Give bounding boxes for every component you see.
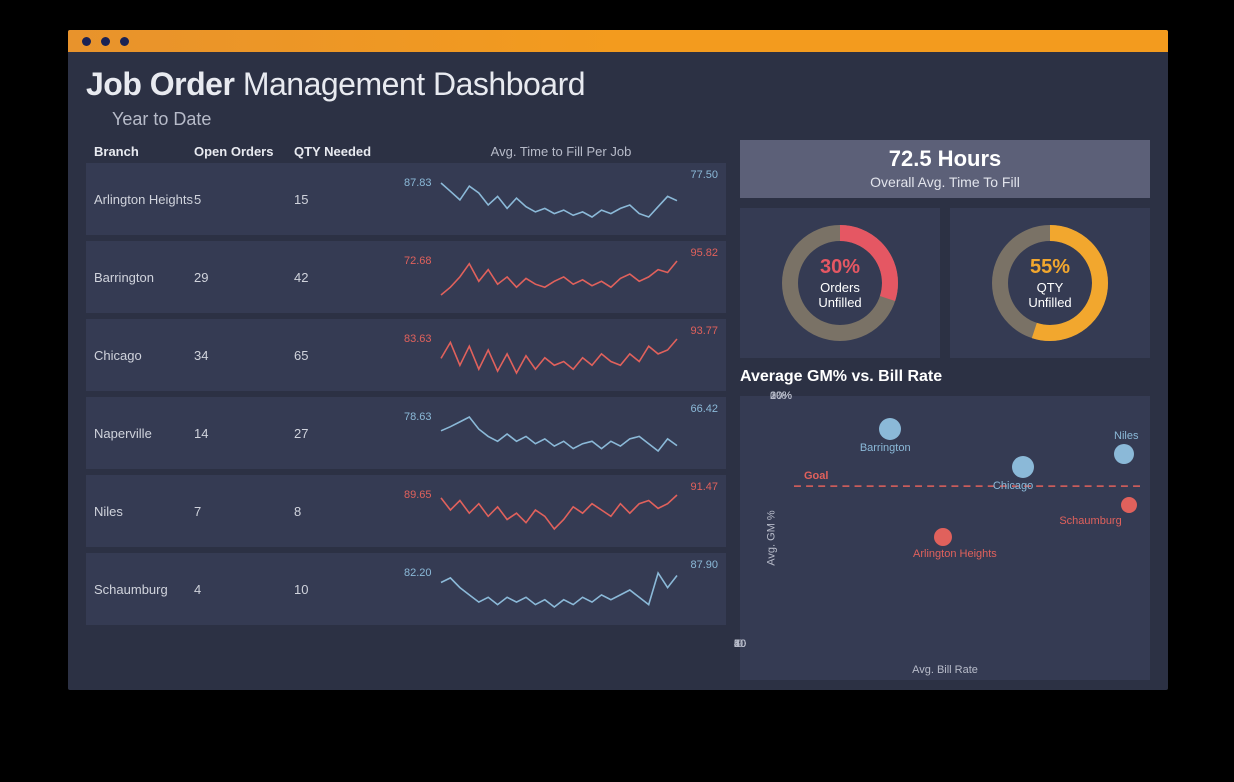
scatter-y-axis-label: Avg. GM %	[766, 510, 778, 565]
cell-open-orders: 14	[194, 426, 294, 441]
sparkline-barrington: 72.6895.82	[404, 247, 718, 307]
scatter-point-label: Chicago	[993, 480, 1033, 492]
sparkline-chicago: 83.6393.77	[404, 325, 718, 385]
donut-center: 30%OrdersUnfilled	[818, 256, 861, 311]
kpi-banner: 72.5 Hours Overall Avg. Time To Fill	[740, 140, 1150, 198]
window-dot-icon[interactable]	[101, 37, 110, 46]
donut-card: 30%OrdersUnfilled	[740, 208, 940, 358]
scatter-x-axis-label: Avg. Bill Rate	[912, 664, 978, 676]
donut-row: 30%OrdersUnfilled 55%QTYUnfilled	[740, 208, 1150, 358]
cell-branch: Schaumburg	[94, 582, 194, 597]
scatter-plot-area: Goal Barrington Arlington Heights Chicago Ni…	[794, 410, 1140, 632]
page-subtitle: Year to Date	[112, 109, 1150, 130]
scatter-point-label: Arlington Heights	[913, 548, 997, 560]
table-row[interactable]: Naperville142778.6366.42	[86, 397, 726, 469]
scatter-point-label: Barrington	[860, 442, 911, 454]
col-header-spark: Avg. Time to Fill Per Job	[404, 144, 718, 159]
table-row[interactable]: Chicago346583.6393.77	[86, 319, 726, 391]
page-title-rest: Management Dashboard	[234, 66, 585, 102]
donut-pct: 55%	[1028, 256, 1071, 279]
kpi-hours-label: Overall Avg. Time To Fill	[740, 174, 1150, 190]
page-title-bold: Job Order	[86, 66, 234, 102]
cell-open-orders: 34	[194, 348, 294, 363]
window-titlebar	[68, 30, 1168, 52]
scatter-title: Average GM% vs. Bill Rate	[740, 368, 1150, 386]
cell-qty-needed: 8	[294, 504, 404, 519]
table-row[interactable]: Arlington Heights51587.8377.50	[86, 163, 726, 235]
cell-open-orders: 29	[194, 270, 294, 285]
cell-branch: Niles	[94, 504, 194, 519]
right-panel: 72.5 Hours Overall Avg. Time To Fill 30%…	[740, 140, 1150, 680]
scatter-chart: Avg. GM % Avg. Bill Rate Goal Barrington A…	[740, 396, 1150, 680]
dashboard-content: Job Order Management Dashboard Year to D…	[68, 52, 1168, 690]
cell-qty-needed: 27	[294, 426, 404, 441]
cell-open-orders: 7	[194, 504, 294, 519]
scatter-point-chicago[interactable]	[1012, 456, 1034, 478]
dashboard-window: Job Order Management Dashboard Year to D…	[68, 30, 1168, 690]
sparkline-arlington-heights: 87.8377.50	[404, 169, 718, 229]
sparkline-schaumburg: 82.2087.90	[404, 559, 718, 619]
cell-qty-needed: 42	[294, 270, 404, 285]
cell-qty-needed: 15	[294, 192, 404, 207]
window-dot-icon[interactable]	[82, 37, 91, 46]
cell-branch: Naperville	[94, 426, 194, 441]
col-header-qty: QTY Needed	[294, 144, 404, 159]
table-row[interactable]: Niles7889.6591.47	[86, 475, 726, 547]
donut-center: 55%QTYUnfilled	[1028, 256, 1071, 311]
goal-label: Goal	[804, 470, 828, 482]
donut-label: QTYUnfilled	[1028, 281, 1071, 311]
donut-pct: 30%	[818, 256, 861, 279]
scatter-point-arlington-heights[interactable]	[934, 528, 952, 546]
donut-label: OrdersUnfilled	[818, 281, 861, 311]
col-header-open: Open Orders	[194, 144, 294, 159]
cell-branch: Arlington Heights	[94, 192, 194, 207]
cell-qty-needed: 10	[294, 582, 404, 597]
scatter-point-label: Schaumburg	[1059, 515, 1121, 527]
cell-open-orders: 5	[194, 192, 294, 207]
cell-branch: Barrington	[94, 270, 194, 285]
cell-branch: Chicago	[94, 348, 194, 363]
scatter-point-barrington[interactable]	[879, 418, 901, 440]
page-title: Job Order Management Dashboard	[86, 66, 1150, 103]
dashboard-main: Branch Open Orders QTY Needed Avg. Time …	[86, 140, 1150, 680]
cell-qty-needed: 65	[294, 348, 404, 363]
window-dot-icon[interactable]	[120, 37, 129, 46]
branch-table: Branch Open Orders QTY Needed Avg. Time …	[86, 140, 726, 680]
table-row[interactable]: Barrington294272.6895.82	[86, 241, 726, 313]
scatter-point-label: Niles	[1114, 430, 1138, 442]
scatter-x-tick: 60	[734, 638, 746, 650]
cell-open-orders: 4	[194, 582, 294, 597]
sparkline-niles: 89.6591.47	[404, 481, 718, 541]
table-row[interactable]: Schaumburg41082.2087.90	[86, 553, 726, 625]
donut-card: 55%QTYUnfilled	[950, 208, 1150, 358]
sparkline-naperville: 78.6366.42	[404, 403, 718, 463]
scatter-y-tick: 30%	[770, 390, 792, 402]
col-header-branch: Branch	[94, 144, 194, 159]
table-header: Branch Open Orders QTY Needed Avg. Time …	[86, 140, 726, 163]
table-body: Arlington Heights51587.8377.50Barrington…	[86, 163, 726, 631]
kpi-hours-value: 72.5 Hours	[740, 146, 1150, 172]
